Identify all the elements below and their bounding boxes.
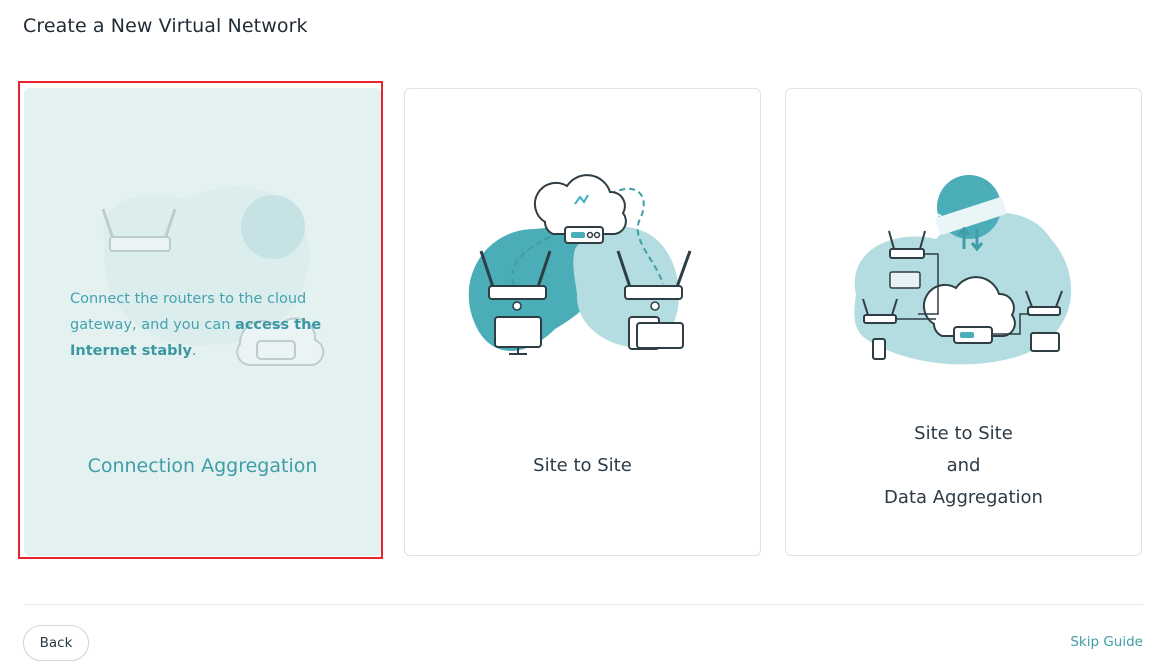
option-label: Connection Aggregation bbox=[87, 455, 318, 477]
footer-divider bbox=[24, 604, 1143, 605]
option-description: Connect the routers to the cloud gateway… bbox=[70, 291, 322, 359]
monitor-icon bbox=[1030, 332, 1060, 352]
create-network-page: Create a New Virtual Network Connect the… bbox=[0, 0, 1158, 666]
phone-icon bbox=[872, 338, 886, 360]
tablet-icon bbox=[628, 316, 684, 350]
option-label: Site to Site and Data Aggregation bbox=[884, 423, 1043, 508]
skip-guide-link[interactable]: Skip Guide bbox=[1070, 634, 1143, 650]
page-title: Create a New Virtual Network bbox=[23, 15, 308, 37]
data-aggregation-illustration bbox=[854, 175, 1072, 365]
option-card-connection-aggregation[interactable]: Connect the routers to the cloud gateway… bbox=[24, 88, 381, 556]
globe-icon bbox=[241, 195, 305, 259]
option-card-site-to-site[interactable]: Site to Site bbox=[404, 88, 761, 556]
site-to-site-illustration bbox=[468, 174, 692, 355]
option-card-site-to-site-data-aggregation[interactable]: Site to Site and Data Aggregation bbox=[785, 88, 1142, 556]
option-label: Site to Site bbox=[533, 455, 632, 476]
back-button[interactable]: Back bbox=[23, 625, 89, 661]
